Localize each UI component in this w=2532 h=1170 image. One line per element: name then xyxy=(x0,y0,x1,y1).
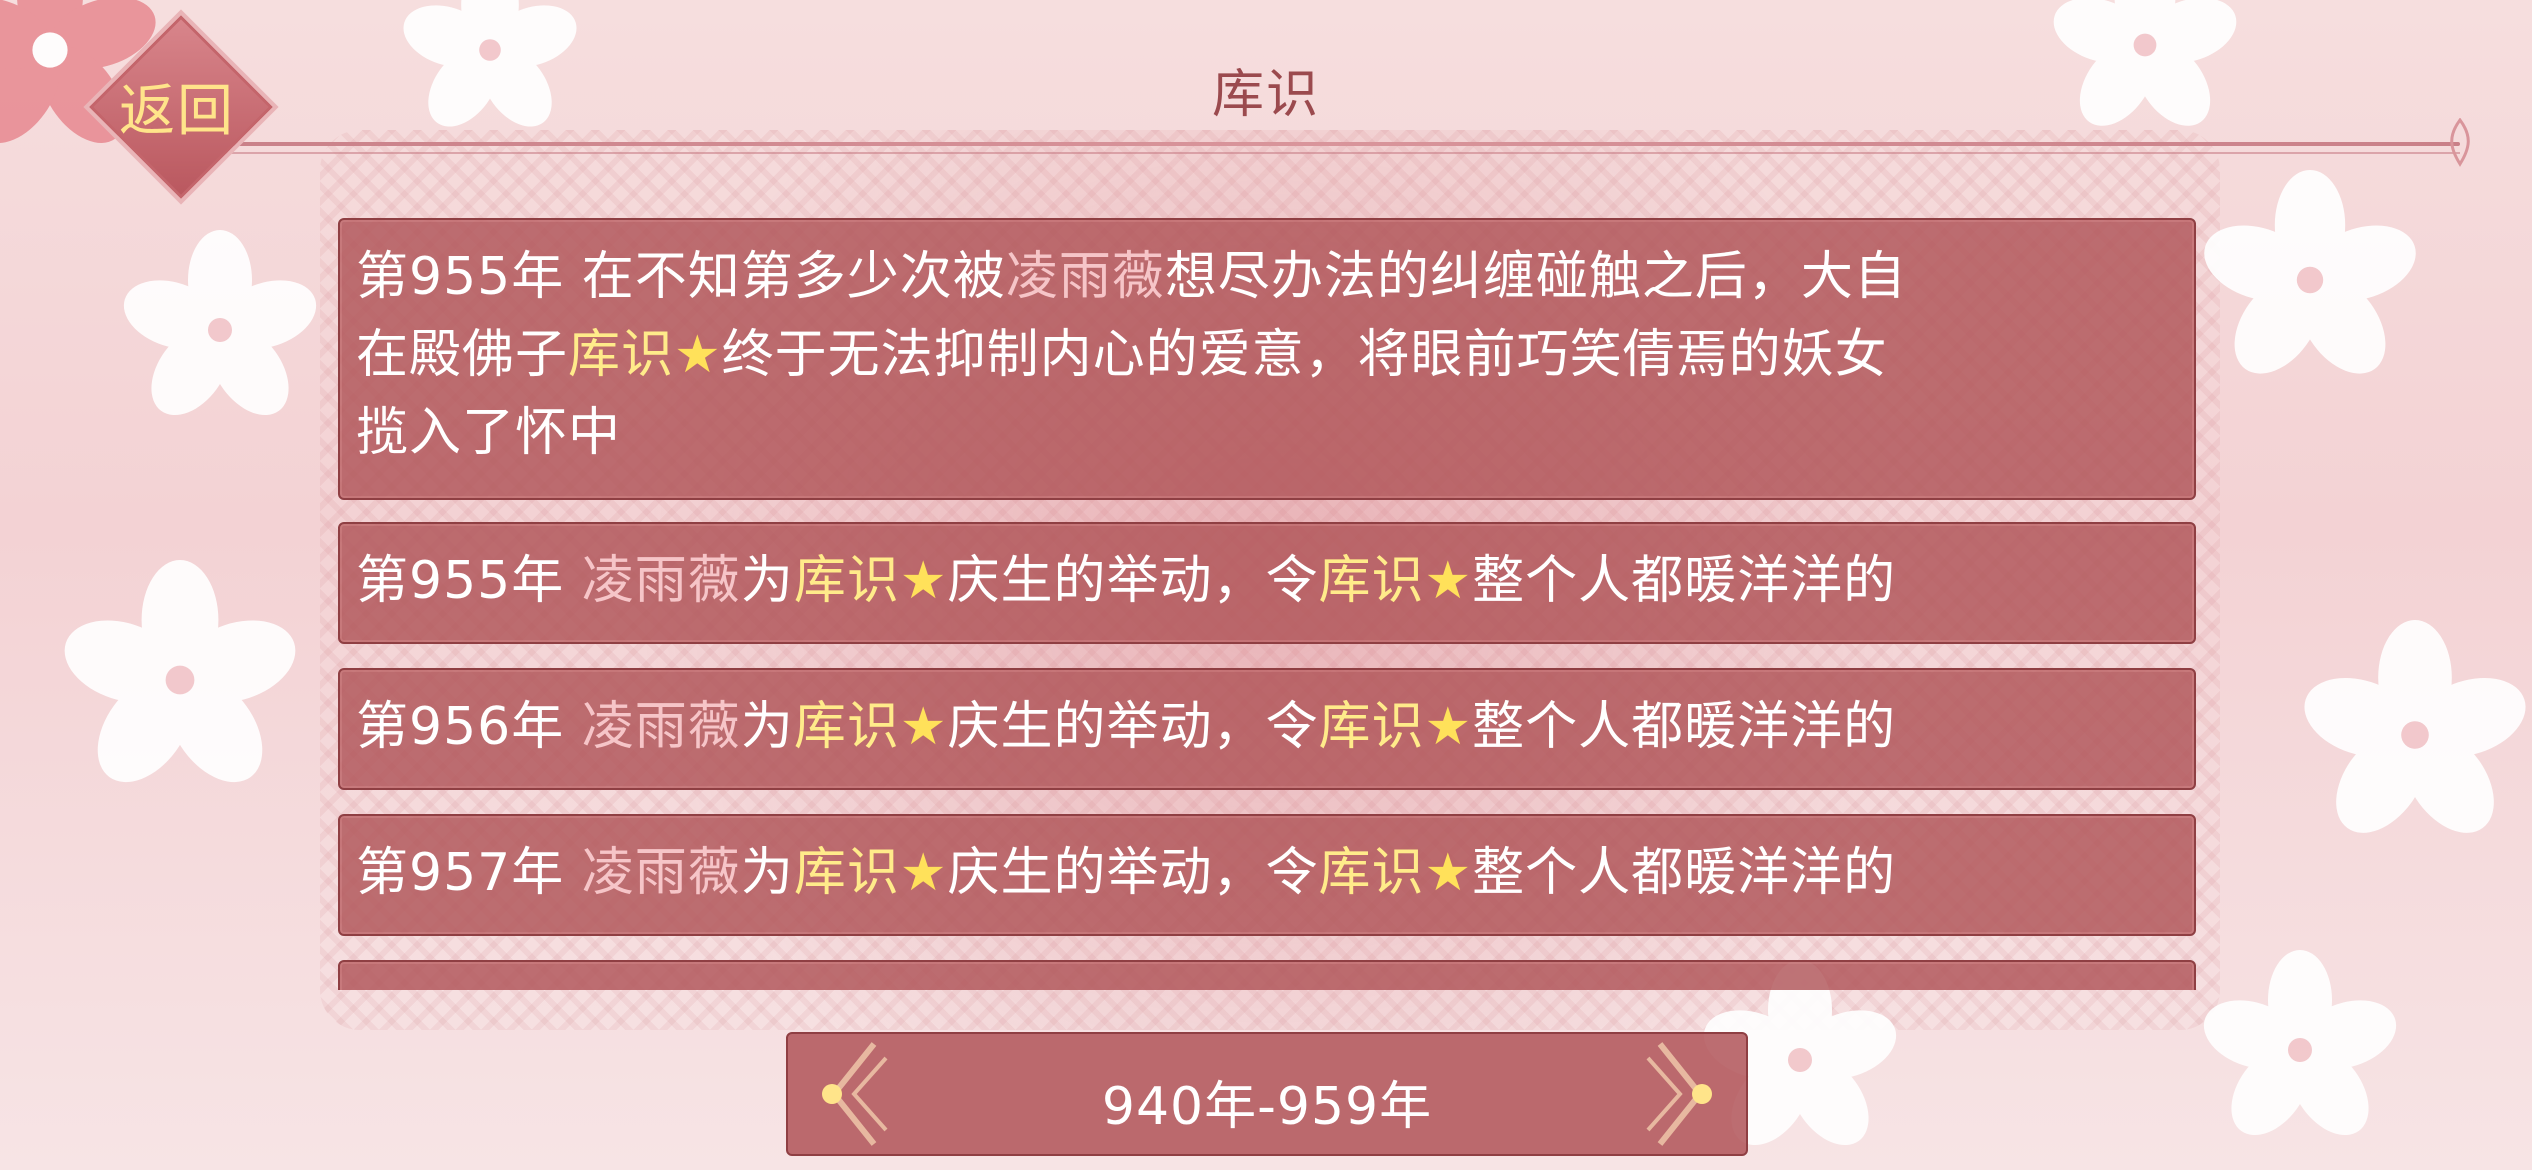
record-year: 第955年 xyxy=(356,247,565,307)
star-icon: ★ xyxy=(1424,551,1473,611)
page-title: 库识 xyxy=(1211,65,1320,125)
record-year: 第955年 xyxy=(356,551,565,611)
record-text-segment: 为 xyxy=(740,551,794,611)
back-button-label: 返回 xyxy=(119,79,235,144)
character-name: 凌雨薇 xyxy=(581,843,741,903)
player-name: 库识 xyxy=(793,697,900,757)
record-entry: 第956年 凌雨薇为库识★庆生的举动，令库识★整个人都暖洋洋的 xyxy=(338,668,2196,790)
record-list[interactable]: 第955年 在不知第多少次被凌雨薇想尽办法的纠缠碰触之后，大自 在殿佛子库识★终于… xyxy=(338,190,2196,990)
star-icon: ★ xyxy=(899,697,948,757)
record-entry-partial xyxy=(338,960,2196,990)
character-name: 凌雨薇 xyxy=(581,697,741,757)
year-range-label: 940年-959年 xyxy=(1101,1077,1433,1137)
record-text: 第955年 凌雨薇为库识★庆生的举动，令库识★整个人都暖洋洋的 xyxy=(356,542,2114,620)
header-divider xyxy=(170,142,2460,146)
player-name: 库识 xyxy=(568,325,675,385)
record-text: 第957年 凌雨薇为库识★庆生的举动，令库识★整个人都暖洋洋的 xyxy=(356,834,2114,912)
record-text-segment: 为 xyxy=(740,697,794,757)
year-range-selector: 940年-959年 xyxy=(786,1032,1748,1156)
record-text-segment: 庆生的举动，令 xyxy=(947,697,1319,757)
star-icon: ★ xyxy=(899,843,948,903)
flower-decoration xyxy=(2204,170,2416,374)
flower-decoration xyxy=(2304,620,2526,833)
character-name: 凌雨薇 xyxy=(1005,247,1165,307)
flower-decoration xyxy=(2203,950,2397,1136)
player-name: 库识 xyxy=(1318,697,1425,757)
record-entry: 第957年 凌雨薇为库识★庆生的举动，令库识★整个人都暖洋洋的 xyxy=(338,814,2196,936)
chevron-right-icon[interactable] xyxy=(1630,1034,1730,1154)
star-icon: ★ xyxy=(674,325,722,385)
record-text-segment: 想尽办法的纠缠碰触之后，大自 xyxy=(1164,247,1907,307)
character-name: 凌雨薇 xyxy=(581,551,741,611)
record-text-segment: 整个人都暖洋洋的 xyxy=(1472,551,1897,611)
flower-decoration xyxy=(123,230,317,416)
star-icon: ★ xyxy=(1424,697,1473,757)
record-text-segment: 庆生的举动，令 xyxy=(947,551,1319,611)
player-name: 库识 xyxy=(793,551,900,611)
record-entry: 第955年 凌雨薇为库识★庆生的举动，令库识★整个人都暖洋洋的 xyxy=(338,522,2196,644)
player-name: 库识 xyxy=(1318,551,1425,611)
back-button[interactable]: 返回 xyxy=(82,8,279,205)
record-text: 第955年 在不知第多少次被凌雨薇想尽办法的纠缠碰触之后，大自在殿佛子库识★终于… xyxy=(356,238,2114,472)
header-divider xyxy=(170,152,2460,154)
flame-ornament-icon xyxy=(2450,118,2470,167)
record-text-segment: 在殿佛子 xyxy=(356,325,569,385)
record-text: 第956年 凌雨薇为库识★庆生的举动，令库识★整个人都暖洋洋的 xyxy=(356,688,2114,766)
record-text-segment: 整个人都暖洋洋的 xyxy=(1472,843,1897,903)
record-text-segment: 为 xyxy=(740,843,794,903)
star-icon: ★ xyxy=(899,551,948,611)
player-name: 库识 xyxy=(1318,843,1425,903)
record-text-segment: 在不知第多少次被 xyxy=(581,247,1006,307)
star-icon: ★ xyxy=(1424,843,1473,903)
record-year: 第956年 xyxy=(356,697,565,757)
record-text-segment: 终于无法抑制内心的爱意，将眼前巧笑倩焉的妖女 xyxy=(721,325,1888,385)
record-year: 第957年 xyxy=(356,843,565,903)
record-entry: 第955年 在不知第多少次被凌雨薇想尽办法的纠缠碰触之后，大自在殿佛子库识★终于… xyxy=(338,218,2196,500)
record-text-segment: 整个人都暖洋洋的 xyxy=(1472,697,1897,757)
player-name: 库识 xyxy=(793,843,900,903)
record-text-segment: 揽入了怀中 xyxy=(356,403,622,463)
record-text-segment: 庆生的举动，令 xyxy=(947,843,1319,903)
flower-decoration xyxy=(64,560,296,783)
